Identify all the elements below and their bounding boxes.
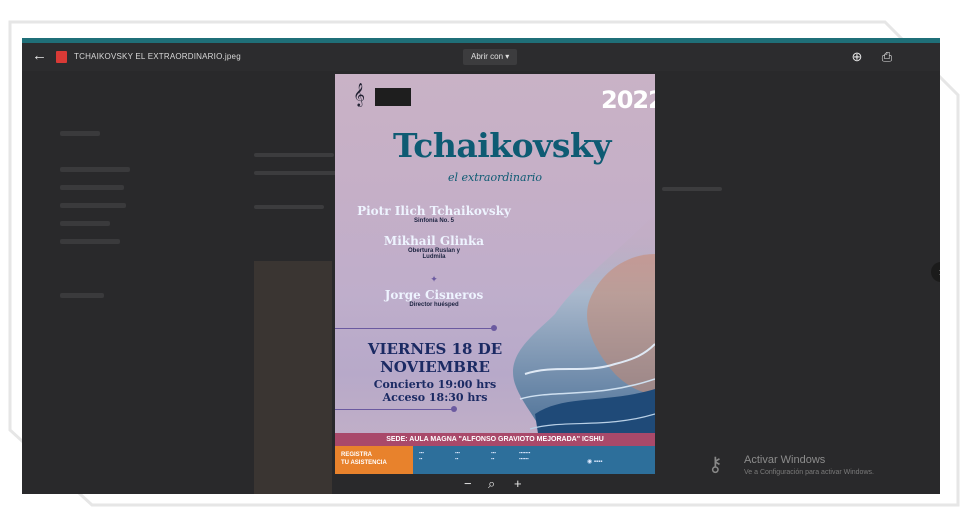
- divider-dot: [451, 406, 457, 412]
- zoom-in-icon[interactable]: +: [514, 476, 522, 491]
- poster-subtitle: el extraordinario: [448, 171, 542, 184]
- register-badge: REGISTRA TU ASISTENCIA: [335, 446, 413, 474]
- footer-info-block: ▪▪▪ ▪▪: [491, 450, 496, 461]
- viewer-toolbar: ← TCHAIKOVSKY EL EXTRAORDINARIO.jpeg Abr…: [22, 43, 940, 71]
- activate-windows-watermark: ⚷ Activar Windows Ve a Configuración par…: [708, 448, 938, 484]
- program-block-2: Mikhail Glinka Obertura Ruslan y Ludmila: [343, 234, 525, 260]
- open-with-button[interactable]: Abrir con ▾: [463, 49, 518, 65]
- separator-dot: ✦: [430, 274, 438, 284]
- composer-1: Piotr Ilich Tchaikovsky: [357, 204, 511, 218]
- orchestra-logo-icon: 𝄞: [353, 84, 365, 106]
- university-logo: [375, 88, 411, 106]
- ghost-sidebar: [60, 129, 178, 329]
- conductor-role: Director huésped: [409, 302, 459, 308]
- screenshot-frame: ← TCHAIKOVSKY EL EXTRAORDINARIO.jpeg Abr…: [0, 0, 965, 512]
- file-name: TCHAIKOVSKY EL EXTRAORDINARIO.jpeg: [74, 52, 241, 61]
- zoom-out-icon[interactable]: −: [464, 476, 472, 491]
- footer-info-block: ▪▪▪▪▪▪▪ ▪▪▪▪▪▪: [519, 450, 531, 461]
- ghost-text-line: [662, 187, 722, 191]
- ghost-text-line: [254, 153, 334, 157]
- open-with-label: Abrir con: [471, 52, 504, 61]
- date-line-1: VIERNES 18 DE: [367, 340, 503, 358]
- image-file-icon: [56, 51, 67, 63]
- print-icon[interactable]: ⎙: [878, 48, 896, 66]
- back-arrow-icon[interactable]: ←: [32, 47, 47, 64]
- venue-banner: SEDE: AULA MAGNA "ALFONSO GRAVIOTO MEJOR…: [335, 433, 655, 446]
- divider-dot: [491, 325, 497, 331]
- chevron-down-icon: ▾: [505, 52, 510, 61]
- concert-time: Concierto 19:00 hrs: [373, 378, 497, 391]
- work-2b: Ludmila: [422, 254, 446, 260]
- poster-title: Tchaikovsky: [393, 126, 611, 165]
- date-line-2: NOVIEMBRE: [380, 358, 490, 376]
- add-to-drive-icon[interactable]: ⊕: [848, 48, 866, 66]
- social-handle: ◉ ▪▪▪▪: [587, 459, 603, 465]
- register-line-2: TU ASISTENCIA: [341, 460, 387, 466]
- poster-footer: REGISTRA TU ASISTENCIA ▪▪▪ ▪▪ ▪▪▪ ▪▪ ▪▪▪ ▪▪…: [335, 446, 655, 474]
- divider-line: [335, 328, 495, 329]
- ghost-document-thumbnail: [254, 261, 332, 494]
- key-icon: ⚷: [708, 454, 723, 476]
- poster-image: 𝄞 2022 Tchaikovsky el extraordinario Pio…: [335, 74, 655, 474]
- register-line-1: REGISTRA: [341, 452, 373, 458]
- watermark-subtitle: Ve a Configuración para activar Windows.: [744, 469, 874, 476]
- watermark-title: Activar Windows: [744, 454, 826, 466]
- event-date: VIERNES 18 DE NOVIEMBRE Concierto 19:00 …: [341, 340, 529, 404]
- conductor-name: Jorge Cisneros: [384, 288, 484, 302]
- composer-2: Mikhail Glinka: [383, 234, 485, 248]
- work-1: Sinfonía No. 5: [413, 218, 454, 224]
- anniversary-year: 2022: [601, 86, 655, 114]
- divider-line: [335, 409, 455, 410]
- ghost-text-line: [254, 205, 324, 209]
- zoom-controls: − ⌕ +: [456, 474, 566, 494]
- program-block-1: Piotr Ilich Tchaikovsky Sinfonía No. 5: [343, 204, 525, 224]
- conductor-block: Jorge Cisneros Director huésped: [343, 288, 525, 308]
- zoom-reset-icon[interactable]: ⌕: [488, 476, 495, 492]
- access-time: Acceso 18:30 hrs: [382, 391, 488, 404]
- footer-info-block: ▪▪▪ ▪▪: [419, 450, 424, 461]
- ghost-text-line: [254, 171, 344, 175]
- footer-info-block: ▪▪▪ ▪▪: [455, 450, 460, 461]
